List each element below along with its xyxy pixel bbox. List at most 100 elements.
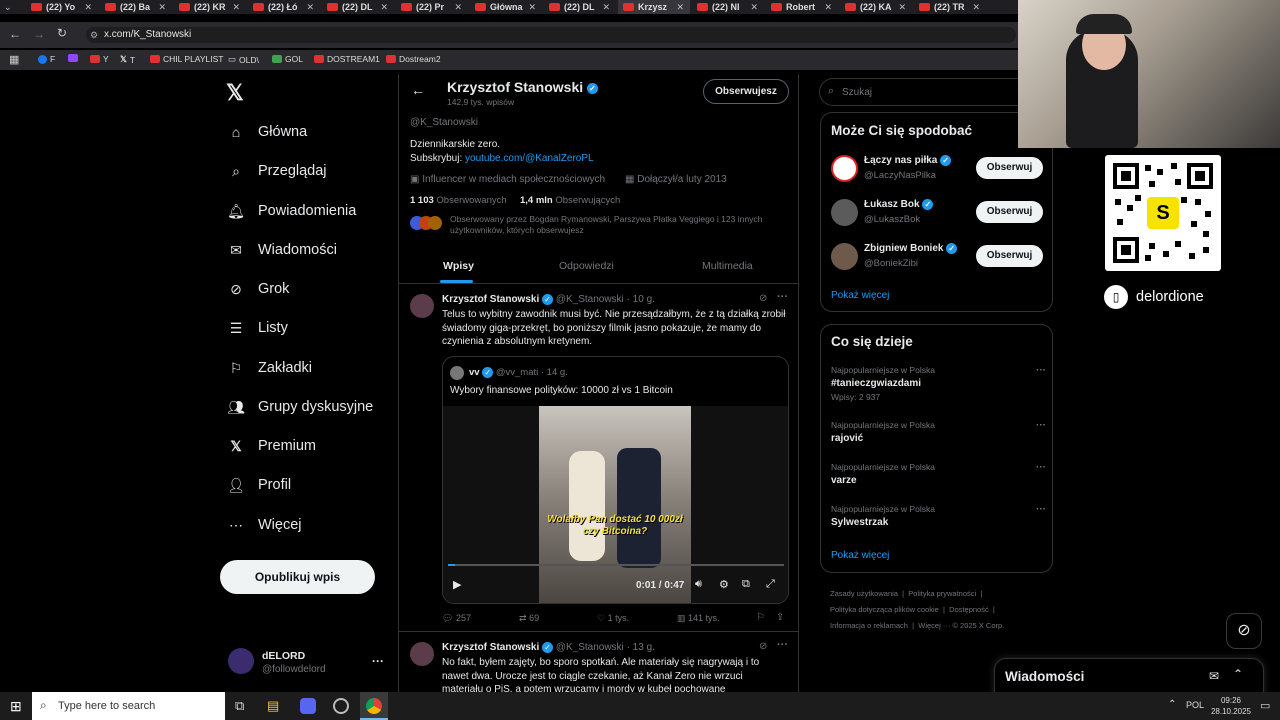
share-icon[interactable]: ⇪ [776,612,784,623]
close-icon[interactable]: ✕ [454,2,462,13]
footer-link[interactable]: Informacja o reklamach [830,621,908,630]
reload-icon[interactable]: ↻ [57,26,67,40]
browser-tab[interactable]: Robert ✕ [766,0,838,14]
bookmark-dostream2[interactable]: Dostream2 [386,54,441,64]
avatar[interactable] [831,155,858,182]
trend-item[interactable]: Najpopularniejsze w Polska rajović ··· [831,420,1046,450]
fullscreen-icon[interactable]: ⤢ [766,578,775,591]
repost-button[interactable]: ⇄ 69 [519,613,539,624]
footer-link[interactable]: Dostępność [949,605,989,614]
bookmark-icon[interactable]: ⚐ [756,612,765,623]
close-icon[interactable]: ✕ [676,2,684,13]
browser-tab[interactable]: (22) KR ✕ [174,0,246,14]
nav-premium[interactable]: 𝕏 Premium [228,438,316,455]
trend-item[interactable]: Najpopularniejsze w Polska varze ··· [831,462,1046,492]
new-message-icon[interactable]: ✉ [1209,669,1219,683]
x-logo-icon[interactable]: 𝕏 [226,80,244,106]
nav-messages[interactable]: ✉ Wiadomości [228,242,337,259]
grok-icon[interactable]: ⊘ [759,293,767,304]
nav-lists[interactable]: ☰ Listy [228,320,288,337]
bookmark-f[interactable]: F [38,54,55,64]
bookmark-t[interactable]: 𝕏T [120,54,135,65]
follow-button[interactable]: Obserwuj [976,201,1043,223]
site-info-icon[interactable]: ⚙ [90,27,98,43]
browser-tab[interactable]: (22) DL ✕ [544,0,616,14]
file-explorer-icon[interactable]: ▤ [267,698,279,714]
browser-tab[interactable]: (22) Yo ✕ [26,0,98,14]
tray-chevron-icon[interactable]: ⌃ [1168,699,1176,710]
suggestion-name[interactable]: Zbigniew Boniek ✓ [864,243,958,254]
browser-tab[interactable]: (22) NI ✕ [692,0,764,14]
avatar[interactable] [831,199,858,226]
close-icon[interactable]: ✕ [750,2,758,13]
followers-count-link[interactable]: 1,4 mln Obserwujących [520,195,620,206]
forward-arrow-icon[interactable]: → [33,27,45,41]
apps-grid-icon[interactable]: ▦ [9,53,19,66]
video-progress-track[interactable] [448,564,784,566]
suggestion-name[interactable]: Łukasz Bok ✓ [864,199,934,210]
close-icon[interactable]: ✕ [824,2,832,13]
views-button[interactable]: ▥ 141 tys. [677,613,720,624]
close-icon[interactable]: ✕ [898,2,906,13]
suggestion-name[interactable]: Łączy nas piłka ✓ [864,155,952,166]
bio-link[interactable]: youtube.com/@KanalZeroPL [465,153,594,164]
show-more-link[interactable]: Pokaż więcej [831,290,889,301]
browser-tab[interactable]: (22) Łó ✕ [248,0,320,14]
account-name[interactable]: dELORD [262,650,305,662]
nav-bookmarks[interactable]: ⚐ Zakładki [228,360,312,377]
nav-communities[interactable]: 👥︎ Grupy dyskusyjne [227,399,373,416]
video-player[interactable]: Wolałby Pan dostać 10 000zł czy Bitcoina… [443,406,788,603]
close-icon[interactable]: ✕ [232,2,240,13]
trend-item[interactable]: Najpopularniejsze w Polska Sylwestrzak ·… [831,504,1046,534]
discord-icon[interactable] [300,698,316,714]
tab-list-button[interactable]: ⌄ [4,0,22,14]
browser-tab[interactable]: (22) DL ✕ [322,0,394,14]
bookmark-chil-playlist[interactable]: CHIL PLAYLIST [150,54,223,64]
bookmark-y[interactable]: Y [90,54,109,64]
chevron-up-icon[interactable]: ⌃ [1233,667,1243,681]
following-count-link[interactable]: 1 103 Obserwowanych [410,195,507,206]
tweet[interactable]: Krzysztof Stanowski ✓ @K_Stanowski · 10 … [399,284,798,632]
language-indicator[interactable]: POL [1186,700,1204,710]
bookmark-folder-old[interactable]: ▭ OLD\ [228,54,259,65]
followed-by-text[interactable]: Obserwowany przez Bogdan Rymanowski, Par… [450,214,790,236]
like-button[interactable]: ♡ 1 tys. [597,613,629,624]
back-arrow-icon[interactable]: ← [9,27,21,41]
avatar[interactable] [410,294,434,318]
post-button[interactable]: Opublikuj wpis [220,560,375,594]
following-button[interactable]: Obserwujesz [703,79,789,104]
close-icon[interactable]: ✕ [972,2,980,13]
trend-item[interactable]: Najpopularniejsze w Polska #tanieczgwiaz… [831,365,1046,407]
close-icon[interactable]: ✕ [528,2,536,13]
follow-button[interactable]: Obserwuj [976,157,1043,179]
close-icon[interactable]: ✕ [84,2,92,13]
tab-posts[interactable]: Wpisy [443,260,474,272]
play-icon[interactable]: ▶ [453,578,461,591]
settings-gear-icon[interactable]: ⚙ [719,578,729,591]
close-icon[interactable]: ✕ [306,2,314,13]
account-menu-icon[interactable]: ··· [372,654,384,668]
taskbar-search[interactable]: ⌕ Type here to search [32,692,225,720]
volume-icon[interactable]: 🔊︎ [695,578,702,591]
show-more-link[interactable]: Pokaż więcej [831,550,889,561]
footer-link[interactable]: Polityka prywatności [908,589,976,598]
bookmark-dostream1[interactable]: DOSTREAM1 [314,54,380,64]
obs-icon[interactable] [333,698,349,714]
nav-home[interactable]: ⌂ Główna [228,124,307,140]
browser-tab[interactable]: Główna ✕ [470,0,542,14]
url-field[interactable]: ⚙ x.com/K_Stanowski [86,27,1016,43]
footer-link[interactable]: Więcej ··· [918,621,950,630]
nav-notifications[interactable]: 🔔︎ Powiadomienia [227,203,356,220]
footer-link[interactable]: Polityka dotycząca plików cookie [830,605,939,614]
search-input[interactable]: ⌕ Szukaj [819,78,1019,106]
footer-link[interactable]: Zasady użytkowania [830,589,898,598]
nav-more[interactable]: ⋯ Więcej [228,517,302,534]
tweet[interactable]: Krzysztof Stanowski ✓ @K_Stanowski · 13 … [399,632,798,692]
browser-tab[interactable]: Krzysz ✕ [618,0,690,14]
quoted-tweet[interactable]: vv ✓ @vv_mati · 14 g. Wybory finansowe p… [442,356,789,604]
close-icon[interactable]: ✕ [380,2,388,13]
tab-media[interactable]: Multimedia [702,260,753,272]
clock[interactable]: 09:26 28.10.2025 [1206,695,1256,717]
reply-button[interactable]: 💬︎ 257 [442,613,471,624]
task-view-icon[interactable]: ⧉ [235,698,244,714]
